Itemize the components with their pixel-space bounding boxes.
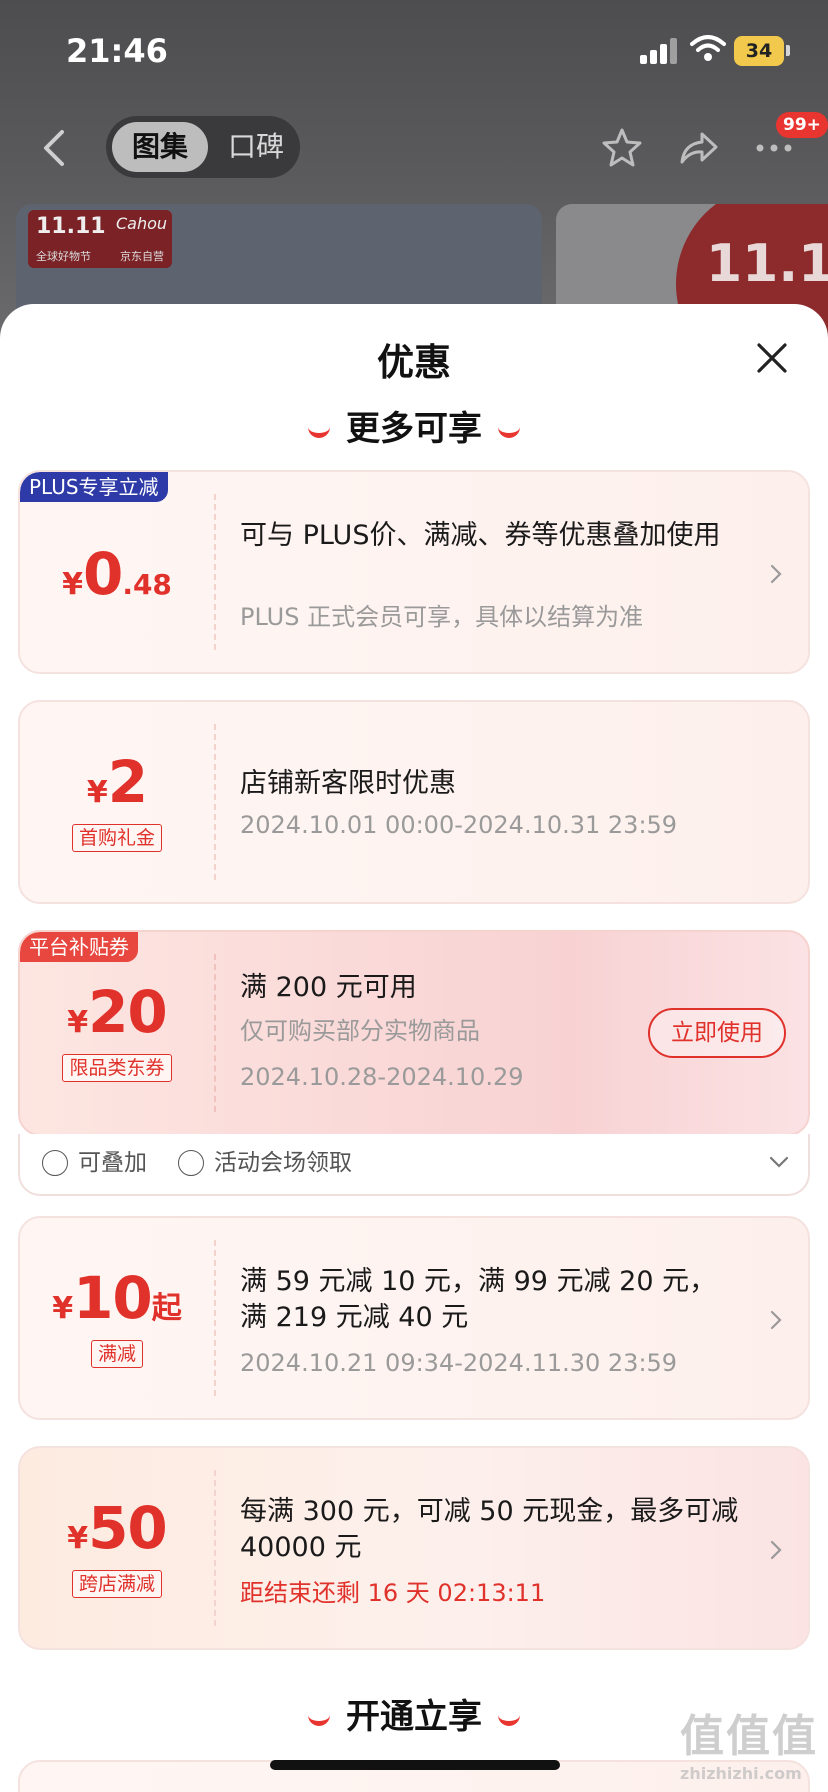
countdown-text: 距结束还剩 16 天 02:13:11 — [240, 1579, 546, 1607]
card-description: 店铺新客限时优惠 — [240, 768, 456, 799]
card-note: PLUS 正式会员可享，具体以结算为准 — [240, 603, 644, 631]
validity-period: 2024.10.01 00:00-2024.10.31 23:59 — [240, 811, 678, 839]
notification-badge: 99+ — [776, 112, 828, 138]
discount-amount: ¥0.48 — [62, 540, 172, 608]
coupon-tag: 限品类东券 — [20, 1054, 214, 1082]
back-icon[interactable] — [36, 126, 76, 170]
platform-subsidy-coupon[interactable]: 平台补贴券 ¥20 限品类东券 满 200 元可用 仅可购买部分实物商品 202… — [18, 930, 810, 1136]
battery-tip — [786, 45, 790, 56]
subsidy-label: 平台补贴券 — [20, 932, 138, 962]
card-description: 每满 300 元，可减 50 元现金，最多可减 40000 元 — [240, 1496, 739, 1563]
discount-sheet: 优惠 更多可享 PLUS专享立减 ¥0.48 可与 PLUS价、满减、券等优惠叠… — [0, 304, 828, 1792]
watermark: 值值值 zhizhizhi.com — [680, 1711, 818, 1783]
coupon-tag: 满减 — [20, 1340, 214, 1368]
tab-gallery[interactable]: 图集 — [112, 122, 208, 172]
chevron-right-icon — [770, 1310, 782, 1330]
promo-logo: 11.11 全球好物节 Cahou 京东自营 — [28, 210, 172, 268]
section-header: 更多可享 — [0, 404, 828, 454]
nav-bar: 图集 口碑 99+ — [0, 108, 828, 188]
stackable-label: 可叠加 — [78, 1150, 147, 1176]
card-description: 满 200 元可用 — [240, 972, 417, 1003]
coupon-tag: 首购礼金 — [20, 824, 214, 852]
discount-amount: ¥20 — [67, 978, 168, 1046]
coupon-tag: 跨店满减 — [20, 1570, 214, 1598]
card-description: 满 59 元减 10 元，满 99 元减 20 元，满 219 元减 40 元 — [240, 1266, 717, 1333]
close-icon[interactable] — [754, 340, 790, 376]
discount-amount: ¥10起 — [52, 1264, 182, 1332]
chevron-down-icon[interactable] — [768, 1154, 790, 1170]
chevron-right-icon — [770, 564, 782, 584]
wifi-icon — [690, 35, 726, 61]
validity-period: 2024.10.21 09:34-2024.11.30 23:59 — [240, 1349, 678, 1377]
plus-label: PLUS专享立减 — [20, 472, 168, 502]
cross-store-reduction-card[interactable]: ¥50 跨店满减 每满 300 元，可减 50 元现金，最多可减 40000 元… — [18, 1446, 810, 1650]
promo-mark: 11.11 — [706, 234, 828, 294]
signal-icon — [640, 38, 680, 64]
status-time: 21:46 — [66, 32, 168, 70]
validity-period: 2024.10.28-2024.10.29 — [240, 1063, 524, 1091]
stack-icon — [42, 1150, 68, 1176]
discount-amount: ¥50 — [67, 1494, 168, 1562]
discount-amount: ¥2 — [86, 748, 148, 816]
card-description: 可与 PLUS价、满减、券等优惠叠加使用 — [240, 520, 721, 551]
claim-source-label: 活动会场领取 — [214, 1150, 352, 1176]
coupon-footer: 可叠加 活动会场领取 — [18, 1134, 810, 1196]
new-customer-card[interactable]: ¥2 首购礼金 店铺新客限时优惠 2024.10.01 00:00-2024.1… — [18, 700, 810, 904]
sheet-title: 优惠 — [377, 341, 451, 384]
ticket-icon — [178, 1150, 204, 1176]
tab-switcher: 图集 口碑 — [106, 116, 300, 178]
use-now-button[interactable]: 立即使用 — [648, 1008, 786, 1058]
home-indicator — [270, 1760, 560, 1770]
status-bar: 21:46 34 — [0, 0, 828, 100]
tab-reviews[interactable]: 口碑 — [214, 122, 298, 172]
share-icon[interactable] — [676, 126, 720, 170]
plus-discount-card[interactable]: PLUS专享立减 ¥0.48 可与 PLUS价、满减、券等优惠叠加使用 PLUS… — [18, 470, 810, 674]
battery-indicator: 34 — [734, 36, 784, 66]
full-reduction-card[interactable]: ¥10起 满减 满 59 元减 10 元，满 99 元减 20 元，满 219 … — [18, 1216, 810, 1420]
chevron-right-icon — [770, 1540, 782, 1560]
background-page: 21:46 34 图集 口碑 99+ 11.11 全球好物节 Cahou 京东自… — [0, 0, 828, 344]
star-icon[interactable] — [600, 126, 644, 170]
